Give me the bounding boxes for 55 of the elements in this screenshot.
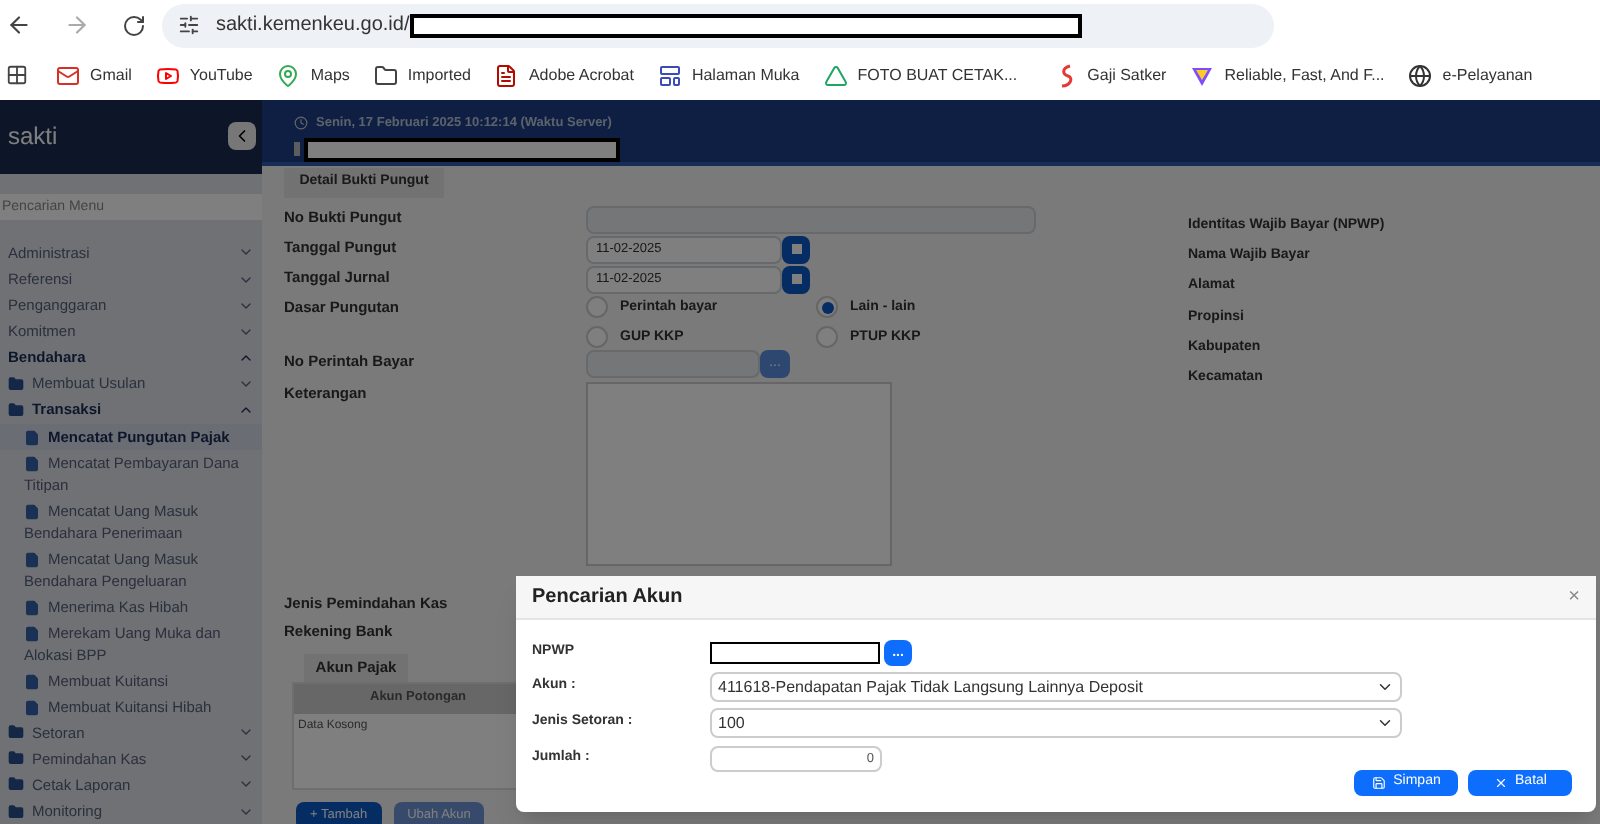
page-icon <box>24 673 40 690</box>
page-icon <box>24 455 40 472</box>
calendar-button[interactable] <box>782 235 810 264</box>
site-settings-icon[interactable] <box>178 14 200 36</box>
bookmark[interactable]: Halaman Muka <box>657 63 800 87</box>
address-bar[interactable]: sakti.kemenkeu.go.id/ <box>162 3 1274 47</box>
bookmark[interactable]: Gmail <box>56 63 132 87</box>
folder-icon <box>8 724 24 741</box>
back-icon[interactable] <box>6 12 32 38</box>
triangle-icon <box>823 63 848 87</box>
page-icon <box>24 503 40 520</box>
pin-icon <box>276 63 301 87</box>
app-logo: sakti <box>8 120 58 155</box>
folder-icon <box>8 375 24 392</box>
reload-icon[interactable] <box>122 13 146 37</box>
collapse-button[interactable] <box>228 122 256 151</box>
page-icon <box>24 699 40 716</box>
save-icon <box>1371 776 1386 790</box>
folder-icon <box>8 750 24 767</box>
text-field[interactable] <box>586 205 1036 234</box>
bookmark[interactable]: e-Pelayanan <box>1408 63 1533 87</box>
apps-icon[interactable] <box>6 64 28 86</box>
bookmark[interactable]: YouTube <box>155 63 253 87</box>
page-icon <box>24 551 40 568</box>
folder-icon <box>8 776 24 793</box>
v-shape-icon <box>1190 63 1215 87</box>
bookmark[interactable]: Imported <box>373 63 471 87</box>
close-button[interactable]: × <box>1568 587 1580 607</box>
squiggle-icon <box>1057 63 1078 87</box>
bookmark[interactable]: FOTO BUAT CETAK... <box>823 63 1018 87</box>
bookmark[interactable]: Reliable, Fast, And F... <box>1190 63 1385 87</box>
notes-field[interactable] <box>586 381 892 566</box>
document-icon <box>494 63 519 87</box>
dialog-title: Pencarian Akun <box>532 584 683 612</box>
layout-icon <box>657 63 682 87</box>
forward-icon[interactable] <box>64 12 90 38</box>
page-icon <box>24 625 40 642</box>
bookmark[interactable]: Maps <box>276 63 350 87</box>
page-icon <box>24 599 40 616</box>
lookup-field[interactable] <box>586 349 760 378</box>
dropdown[interactable]: 100 <box>710 708 1402 738</box>
clock-icon <box>294 116 308 131</box>
dropdown[interactable]: 411618-Pendapatan Pajak Tidak Langsung Lainnya Deposit <box>710 672 1402 702</box>
calendar-button[interactable] <box>782 265 810 294</box>
mail-icon <box>56 63 80 87</box>
url-text: sakti.kemenkeu.go.id/ <box>216 12 410 40</box>
folder-icon <box>8 803 24 820</box>
bookmark[interactable]: Gaji Satker <box>1057 63 1167 87</box>
play-icon <box>155 63 180 87</box>
globe-icon <box>1408 63 1433 87</box>
bookmark[interactable]: Adobe Acrobat <box>494 63 634 87</box>
page-icon <box>24 429 40 446</box>
cancel-icon <box>1493 776 1508 790</box>
folder-icon <box>373 63 398 87</box>
folder-icon <box>8 402 24 419</box>
